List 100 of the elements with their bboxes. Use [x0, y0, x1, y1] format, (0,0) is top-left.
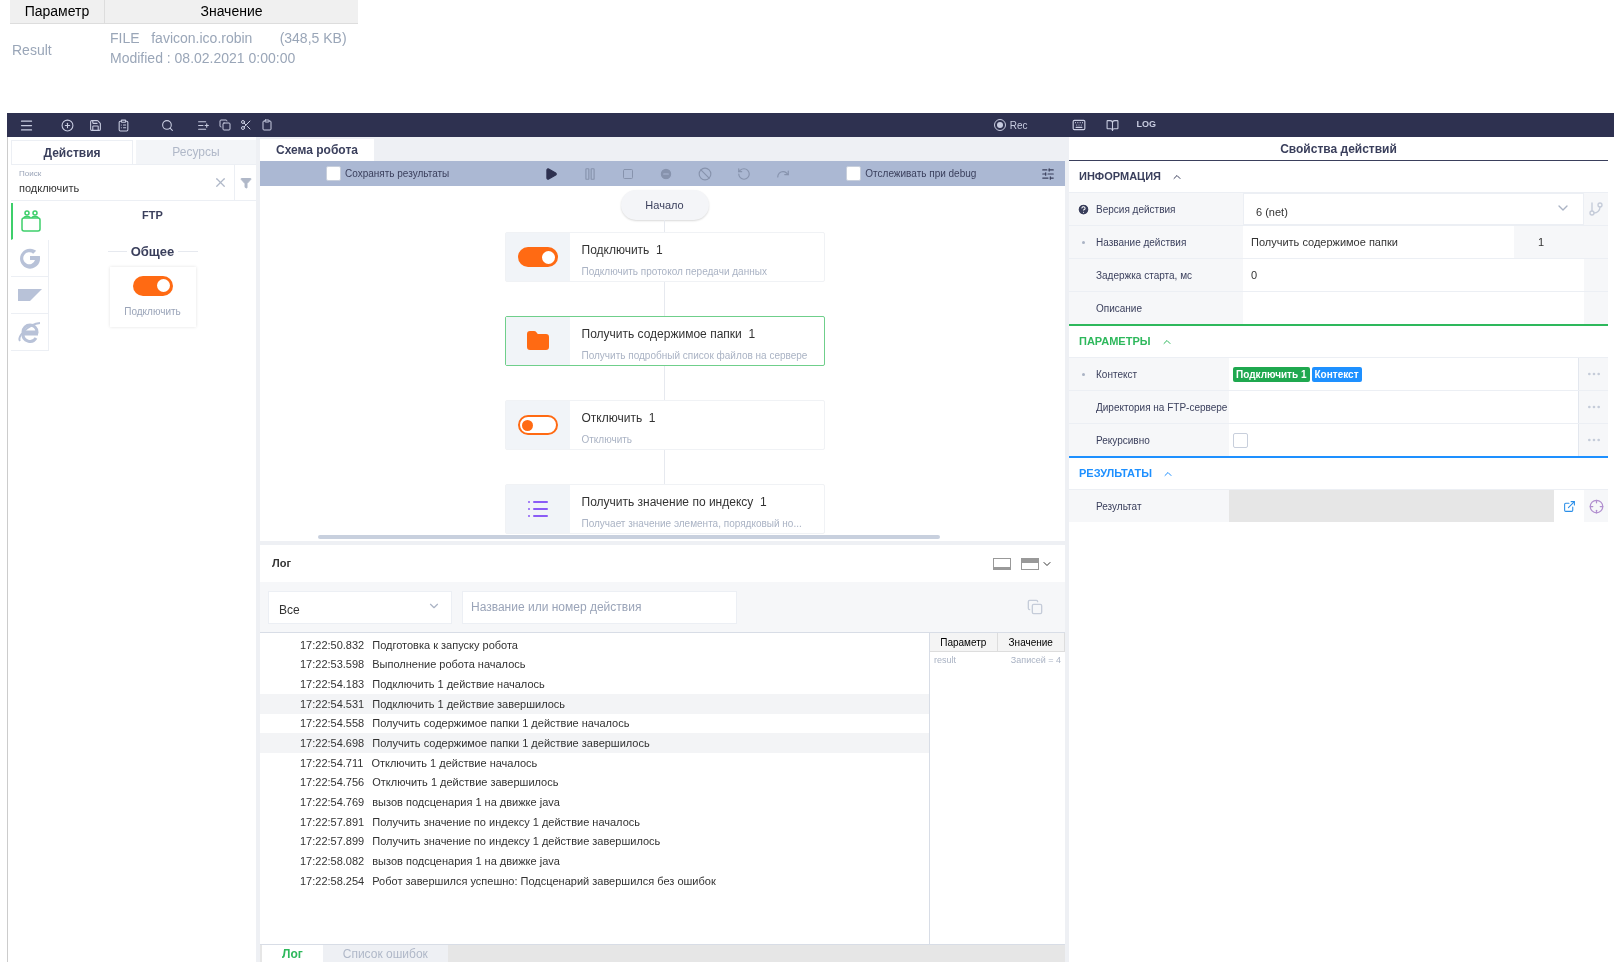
action-node[interactable]: Отключить 1 Отключить [504, 400, 825, 450]
log-row[interactable]: 17:22:57.891 Получить значение по индексу 1 действие началось [260, 812, 929, 832]
property-label: Директория на FTP-сервере [1096, 400, 1228, 415]
action-name-field[interactable]: Получить содержимое папки [1243, 226, 1514, 258]
action-node[interactable]: Получить содержимое папки 1 Получить подробный список файлов на сервере [504, 316, 825, 366]
export-icon[interactable] [1562, 499, 1576, 513]
stop-icon[interactable] [622, 167, 635, 180]
play-icon[interactable] [544, 166, 559, 181]
sap-logo-icon [16, 288, 43, 302]
start-node[interactable]: Начало [620, 190, 709, 220]
toggle-on-icon [517, 247, 558, 267]
scrollbar[interactable] [318, 535, 940, 539]
layout-icon[interactable] [1021, 557, 1039, 570]
target-icon[interactable] [1588, 498, 1604, 514]
text-field[interactable]: 0 [1243, 259, 1584, 291]
filter-select[interactable]: Все [268, 590, 452, 624]
book-icon[interactable] [1105, 118, 1119, 132]
ban-icon[interactable] [698, 166, 713, 181]
required-mark-icon [1082, 240, 1085, 244]
property-label: Результат [1096, 499, 1142, 514]
table-cell-text: Modified : 08.02.2021 0:00:00 [110, 49, 297, 68]
search-icon[interactable] [161, 118, 174, 132]
log-row[interactable]: 17:22:58.082 вызов подсценария 1 на движке java [260, 851, 929, 872]
section-title: Общее [130, 242, 175, 261]
group-title: FTP [142, 208, 163, 223]
schema-tab[interactable]: Схема робота [260, 139, 374, 161]
log-row[interactable]: 17:22:54.558 Получить содержимое папки 1 действие началось [260, 713, 929, 734]
required-mark-icon [1082, 372, 1085, 376]
log-row[interactable]: 17:22:50.832 Подготовка к запуску робота [260, 635, 929, 655]
table-cell-text: FILE favicon.ico.robin (348,5 KB) [110, 29, 347, 48]
log-row[interactable]: 17:22:54.756 Отключить 1 действие завершилось [260, 772, 929, 793]
property-label: Описание [1096, 301, 1142, 316]
save-icon[interactable] [89, 118, 102, 132]
property-label: Рекурсивно [1096, 433, 1150, 448]
folder-icon [525, 329, 550, 353]
browser-logo-icon [16, 319, 43, 345]
column-header: Параметр [10, 0, 105, 23]
property-label: Контекст [1096, 367, 1137, 382]
clear-icon[interactable] [213, 175, 228, 190]
column-header: Значение [199, 2, 264, 21]
log-row[interactable]: 17:22:58.254 Робот завершился успешно: Подсценарий завершился без ошибок [260, 871, 929, 891]
context-tag: Контекст [1311, 366, 1362, 382]
branch-icon[interactable] [1588, 201, 1604, 217]
clipboard-icon[interactable] [117, 118, 130, 132]
checkbox-label: Сохранять результаты [345, 167, 450, 181]
keyboard-icon[interactable] [1071, 118, 1086, 132]
section-title: РЕЗУЛЬТАТЫ [1079, 466, 1152, 482]
node-description: Отключить [581, 433, 634, 447]
debug-checkbox[interactable] [846, 166, 862, 181]
log-row[interactable]: 17:22:53.598 Выполнение робота началось [260, 654, 929, 675]
action-search-field[interactable]: Название или номер действия [462, 590, 737, 624]
node-title: Получить содержимое папки 1 [581, 326, 757, 343]
panel-title: Лог [272, 556, 292, 572]
menu-icon[interactable] [19, 117, 34, 133]
record-button[interactable]: Rec [993, 117, 1028, 133]
cut-icon[interactable] [240, 119, 252, 131]
version-select[interactable]: 6 (net) [1243, 193, 1584, 225]
node-title: Получить значение по индексу 1 [581, 494, 768, 511]
column-header: Параметр [930, 633, 998, 651]
log-row[interactable]: 17:22:54.183 Подключить 1 действие началось [260, 674, 929, 695]
log-row[interactable]: 17:22:54.698 Получить содержимое папки 1 действие завершилось [260, 733, 929, 754]
settings-icon[interactable] [1041, 166, 1055, 181]
layout-icon[interactable] [993, 557, 1011, 570]
property-label: Задержка старта, мс [1096, 268, 1192, 283]
copy-icon[interactable] [219, 119, 231, 131]
log-row[interactable]: 17:22:54.711 Отключить 1 действие началось [260, 753, 929, 773]
node-description: Получить подробный список файлов на сервере [581, 349, 808, 363]
action-node[interactable]: Подключить 1 Подключить протокол передачи данных [504, 232, 825, 282]
log-row[interactable]: 17:22:54.531 Подключить 1 действие завершилось [260, 694, 929, 714]
plus-circle-icon[interactable] [61, 118, 74, 132]
pause-icon[interactable] [583, 166, 598, 181]
search-field[interactable]: Поиск подключить [11, 165, 234, 200]
recursive-checkbox[interactable] [1233, 432, 1248, 448]
node-description: Получает значение элемента, порядковый но... [581, 517, 802, 531]
save-results-checkbox[interactable] [326, 166, 341, 181]
property-label: Название действия [1096, 235, 1187, 250]
toggle-off-icon [517, 415, 558, 435]
context-tag: Подключить 1 [1233, 366, 1310, 382]
minus-circle-icon[interactable] [659, 166, 674, 181]
text-field[interactable] [1243, 292, 1584, 324]
checkbox-label: Отслеживать при debug [865, 167, 977, 181]
help-icon[interactable] [1077, 202, 1090, 216]
undo-icon[interactable] [737, 166, 752, 181]
log-row[interactable]: 17:22:54.769 вызов подсценария 1 на движке java [260, 792, 929, 813]
table-cell-text: result [933, 654, 957, 668]
paste-icon[interactable] [261, 119, 273, 131]
column-header: Значение [997, 633, 1065, 651]
search-label: Поиск [19, 168, 43, 181]
filter-icon[interactable] [239, 176, 252, 189]
log-row[interactable]: 17:22:57.899 Получить значение по индексу 1 действие завершилось [260, 831, 929, 852]
table-cell-text: Записей = 4 [1009, 654, 1062, 668]
log-button[interactable]: LOG [1136, 118, 1156, 132]
node-title: Отключить 1 [581, 410, 656, 427]
action-node[interactable]: Получить значение по индексу 1 Получает значение элемента, порядковый но... [504, 484, 825, 534]
property-label: Версия действия [1096, 202, 1176, 217]
edit-list-icon[interactable] [197, 118, 210, 132]
toggle-on-icon [132, 275, 173, 296]
node-title: Подключить 1 [581, 242, 664, 259]
text-field[interactable] [1229, 391, 1578, 423]
panel-tab[interactable]: Действия [11, 140, 133, 164]
